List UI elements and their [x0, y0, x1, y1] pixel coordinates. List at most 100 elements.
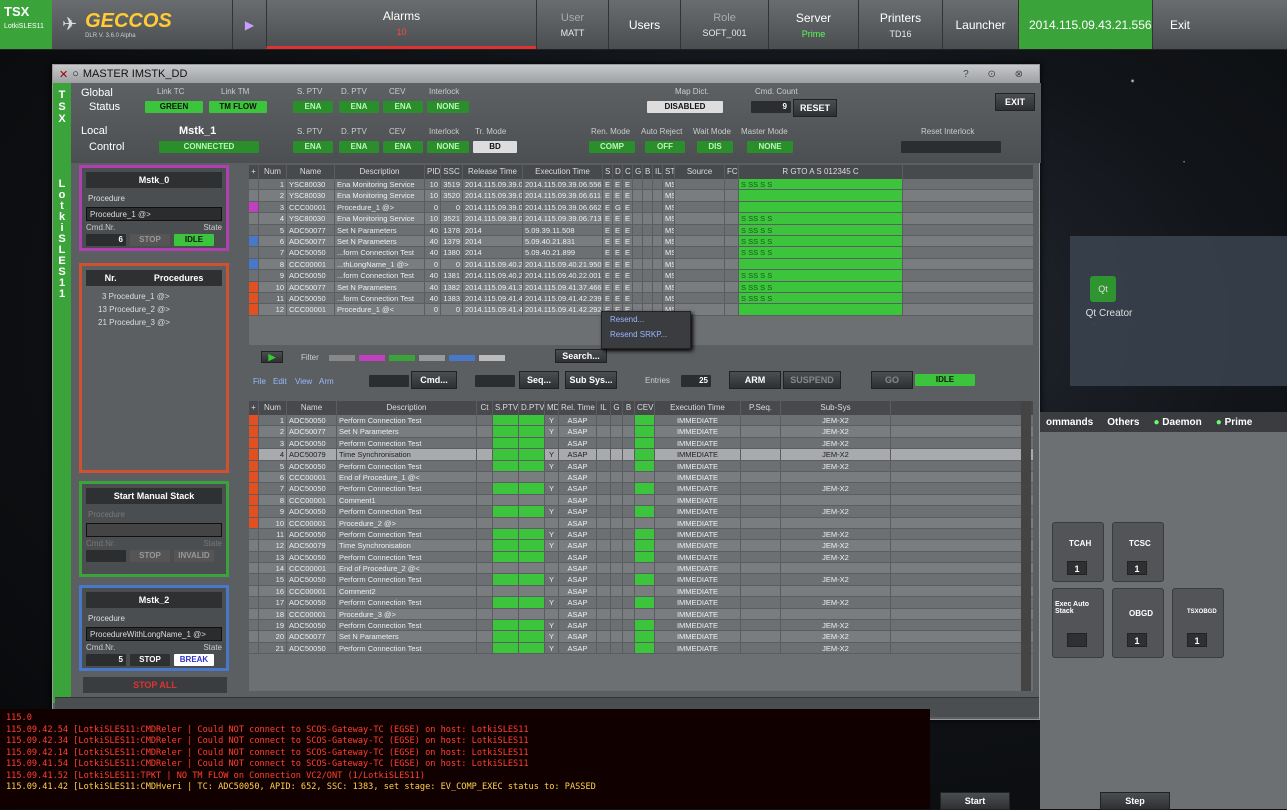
column-header[interactable]: S.PTV: [493, 401, 519, 415]
column-header[interactable]: Num: [259, 165, 287, 179]
table-row[interactable]: 19 ADC50050 Perform Connection Test Y ASAP IM…: [249, 620, 1033, 632]
tab-others[interactable]: Others: [1107, 417, 1139, 428]
table-row[interactable]: 10 CCC00001 Procedure_2 @> ASAP IMMEDIATE: [249, 517, 1033, 529]
filter-chip[interactable]: [479, 355, 505, 361]
column-header[interactable]: Rel. Time: [559, 401, 597, 415]
window-exit-button[interactable]: EXIT: [995, 93, 1035, 111]
tcsc-tile[interactable]: TCSC 1: [1112, 522, 1164, 582]
user-cell[interactable]: User MATT: [536, 0, 608, 49]
column-header[interactable]: FC: [725, 165, 739, 179]
start-button[interactable]: Start: [940, 792, 1010, 810]
table-row[interactable]: 8 CCC00001 ...thLongName_1 @> 0 0 2014.115.09…: [249, 258, 1033, 271]
table-row[interactable]: 13 ADC50050 Perform Connection Test ASAP IMM…: [249, 551, 1033, 564]
table-row[interactable]: 4 YSC80030 Ena Monitoring Service 10 3521 201…: [249, 213, 1033, 225]
reset-interlock-select[interactable]: [901, 141, 1001, 153]
column-header[interactable]: G: [633, 165, 643, 179]
resend-srkp-menu-item[interactable]: Resend SRKP...: [602, 327, 690, 342]
tr-mode-select[interactable]: BD: [473, 141, 517, 153]
stop-button[interactable]: STOP: [130, 550, 170, 562]
column-header[interactable]: Description: [335, 165, 425, 179]
column-header[interactable]: D.PTV: [519, 401, 545, 415]
column-header[interactable]: Execution Time: [655, 401, 741, 415]
filter-chip[interactable]: [389, 355, 415, 361]
procedure-field[interactable]: Procedure_1 @>: [86, 207, 222, 221]
table-row[interactable]: 9 ADC50050 ...form Connection Test 40 1381 20…: [249, 270, 1033, 282]
tsxobgd-tile[interactable]: TSXOBGD 1: [1172, 588, 1224, 658]
column-header[interactable]: S: [603, 165, 613, 179]
column-header[interactable]: Ct: [477, 401, 493, 415]
step-button[interactable]: Step: [1100, 792, 1170, 810]
master-mode-select[interactable]: NONE: [747, 141, 793, 153]
table-row[interactable]: 8 CCC00001 Comment1 ASAP IMMEDIATE: [249, 494, 1033, 507]
column-header[interactable]: MD: [545, 401, 559, 415]
filter-chip[interactable]: [449, 355, 475, 361]
column-header[interactable]: Description: [337, 401, 477, 415]
table-row[interactable]: 7 ADC50050 Perform Connection Test Y ASAP IMM…: [249, 483, 1033, 495]
subsys-button[interactable]: Sub Sys...: [565, 371, 617, 389]
table-row[interactable]: 16 CCC00001 Comment2 ASAP IMMEDIATE: [249, 585, 1033, 598]
table-row[interactable]: 1 YSC80030 Ena Monitoring Service 10 3519 201…: [249, 179, 1033, 191]
column-header[interactable]: G: [611, 401, 623, 415]
suspend-button[interactable]: SUSPEND: [783, 371, 841, 389]
tile-button[interactable]: [1067, 633, 1087, 647]
filter-chip[interactable]: [359, 355, 385, 361]
close-icon[interactable]: ✕: [59, 68, 68, 81]
play-icon[interactable]: ▶: [261, 351, 283, 363]
exit-button[interactable]: Exit: [1152, 0, 1207, 49]
column-header[interactable]: Sub-Sys: [781, 401, 891, 415]
tab-prime[interactable]: ● Prime: [1216, 417, 1253, 428]
column-header[interactable]: Execution Time: [523, 165, 603, 179]
table-row[interactable]: 6 CCC00001 End of Procedure_1 @< ASAP IMMEDI…: [249, 471, 1033, 484]
table-row[interactable]: 10 ADC50077 Set N Parameters 40 1382 2014.115…: [249, 281, 1033, 293]
table-row[interactable]: 5 ADC50050 Perform Connection Test Y ASAP IMM…: [249, 460, 1033, 472]
column-header[interactable]: D: [613, 165, 623, 179]
arm-button[interactable]: ARM: [729, 371, 781, 389]
tab-commands[interactable]: ommands: [1046, 417, 1093, 428]
auto-reject-select[interactable]: OFF: [645, 141, 685, 153]
table-row[interactable]: 18 CCC00001 Procedure_3 @> ASAP IMMEDIATE: [249, 608, 1033, 621]
column-header[interactable]: Name: [287, 401, 337, 415]
column-header[interactable]: B: [643, 165, 653, 179]
column-header[interactable]: Release Time: [463, 165, 523, 179]
table-row[interactable]: 21 ADC50050 Perform Connection Test Y ASAP IM…: [249, 642, 1033, 655]
exec-auto-stack-tile[interactable]: Exec Auto Stack: [1052, 588, 1104, 658]
launcher-button[interactable]: Launcher: [942, 0, 1018, 49]
menu-edit[interactable]: Edit: [273, 377, 287, 386]
stop-all-button[interactable]: STOP ALL: [83, 677, 227, 693]
table-row[interactable]: 4 ADC50079 Time Synchronisation Y ASAP IMMEDI…: [249, 449, 1033, 461]
alarms-button[interactable]: Alarms 10: [266, 0, 536, 49]
menu-file[interactable]: File: [253, 377, 266, 386]
column-header[interactable]: R GTO A S 012345 C: [739, 165, 903, 179]
cmd-input[interactable]: [369, 375, 409, 387]
table-row[interactable]: 11 ADC50050 Perform Connection Test Y ASAP IM…: [249, 528, 1033, 541]
stop-button[interactable]: STOP: [130, 654, 170, 666]
table-row[interactable]: 2 ADC50077 Set N Parameters Y ASAP IMMEDIATE J…: [249, 426, 1033, 438]
window-titlebar[interactable]: ✕ ○ MASTER IMSTK_DD ? ⊙ ⊗: [53, 65, 1039, 83]
column-header[interactable]: SSC: [441, 165, 463, 179]
column-header[interactable]: IL: [597, 401, 611, 415]
resend-menu-item[interactable]: Resend...: [602, 312, 690, 327]
cev-select[interactable]: ENA: [383, 141, 423, 153]
filter-chip[interactable]: [419, 355, 445, 361]
stop-button[interactable]: STOP: [130, 234, 170, 246]
procedure-item[interactable]: 21 Procedure_3 @>: [82, 316, 226, 329]
table-row[interactable]: 5 ADC50077 Set N Parameters 40 1378 2014 5.09.…: [249, 224, 1033, 236]
column-header[interactable]: +: [249, 165, 259, 179]
column-header[interactable]: C: [623, 165, 633, 179]
table-row[interactable]: 6 ADC50077 Set N Parameters 40 1379 2014 5.09.…: [249, 235, 1033, 248]
printers-cell[interactable]: Printers TD16: [858, 0, 942, 49]
column-header[interactable]: CEV: [635, 401, 655, 415]
go-button[interactable]: GO: [871, 371, 913, 389]
table-row[interactable]: 12 ADC50079 Time Synchronisation Y ASAP IMMED…: [249, 540, 1033, 552]
table-row[interactable]: 14 CCC00001 End of Procedure_2 @< ASAP IMMED…: [249, 563, 1033, 575]
wait-mode-select[interactable]: DIS: [697, 141, 733, 153]
column-header[interactable]: Name: [287, 165, 335, 179]
sptv-select[interactable]: ENA: [293, 141, 333, 153]
cmd-button[interactable]: Cmd...: [411, 371, 457, 389]
menu-view[interactable]: View: [295, 377, 312, 386]
column-header[interactable]: Source: [675, 165, 725, 179]
table-row[interactable]: 1 ADC50050 Perform Connection Test Y ASAP IMM…: [249, 415, 1033, 427]
arrow-icon[interactable]: ▶: [232, 0, 266, 49]
tcah-tile[interactable]: TCAH 1: [1052, 522, 1104, 582]
procedure-field[interactable]: [86, 523, 222, 537]
